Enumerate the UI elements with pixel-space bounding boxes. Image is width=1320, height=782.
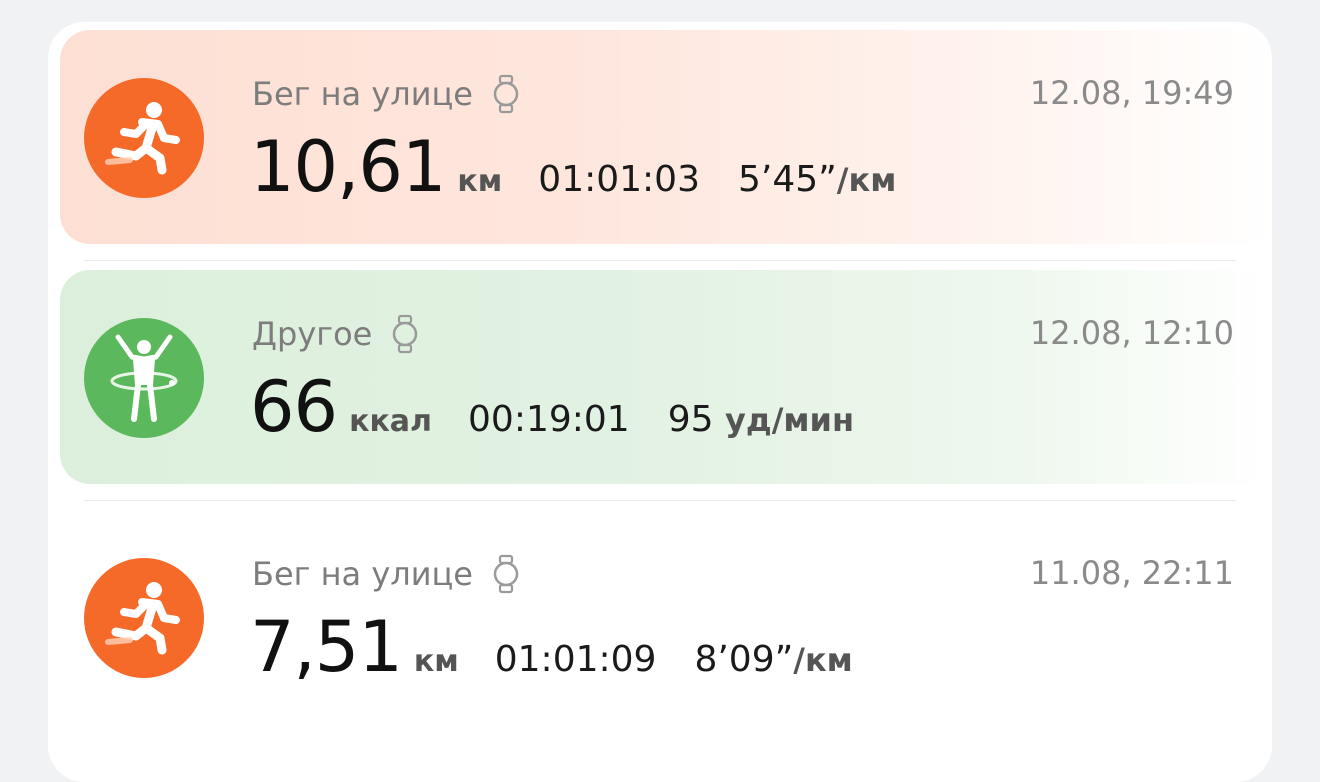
watch-icon (491, 74, 521, 114)
workout-datetime: 12.08, 19:49 (1029, 74, 1234, 112)
workout-item[interactable]: Бег на улице 12.08, 19:49 10,61 км 01:01… (60, 30, 1272, 244)
workout-type-avatar (84, 318, 204, 438)
workout-type-avatar (84, 78, 204, 198)
workout-type-avatar (84, 558, 204, 678)
workout-secondary-unit: /км (793, 641, 853, 679)
workout-type-label: Бег на улице (252, 75, 473, 113)
workout-title: Бег на улице (252, 74, 521, 114)
workout-secondary-value: 5’45” (737, 159, 837, 200)
workout-secondary-value: 95 (667, 399, 725, 440)
workout-secondary: 5’45”/км (738, 159, 896, 200)
workout-stats: 7,51 км 01:01:09 8’09”/км (250, 606, 853, 688)
divider (84, 260, 1236, 261)
workout-duration: 01:01:09 (494, 639, 657, 680)
running-person-icon (105, 582, 180, 655)
workout-datetime: 11.08, 22:11 (1029, 554, 1234, 592)
workout-main-unit: км (457, 164, 503, 199)
workout-main-value: 10,61 (250, 126, 446, 208)
workout-stats: 10,61 км 01:01:03 5’45”/км (250, 126, 896, 208)
workout-secondary-unit: /км (836, 161, 897, 199)
workout-item[interactable]: Другое 12.08, 12:10 66 ккал 00:19:01 95 … (60, 270, 1272, 484)
running-person-icon (105, 102, 180, 175)
workout-title: Бег на улице (252, 554, 521, 594)
workout-datetime: 12.08, 12:10 (1029, 314, 1234, 352)
workout-main-value: 66 (250, 366, 338, 448)
workout-title: Другое (252, 314, 420, 354)
workout-secondary: 8’09”/км (694, 639, 852, 680)
workout-duration: 01:01:03 (538, 159, 700, 200)
workout-type-label: Бег на улице (252, 555, 473, 593)
watch-icon (390, 314, 420, 354)
workout-secondary-value: 8’09” (694, 639, 794, 680)
hula-hoop-person-icon (110, 334, 178, 422)
workout-main-unit: ккал (349, 404, 433, 439)
workout-type-label: Другое (252, 315, 373, 353)
workout-secondary-unit: уд/мин (724, 401, 855, 439)
workout-duration: 00:19:01 (468, 399, 630, 440)
workout-secondary: 95 уд/мин (668, 399, 854, 440)
watch-icon (491, 554, 521, 594)
workout-main-value: 7,51 (250, 606, 403, 688)
divider (84, 500, 1236, 501)
workout-list-card: Бег на улице 12.08, 19:49 10,61 км 01:01… (48, 22, 1272, 782)
workout-item[interactable]: Бег на улице 11.08, 22:11 7,51 км 01:01:… (60, 510, 1272, 724)
workout-stats: 66 ккал 00:19:01 95 уд/мин (250, 366, 854, 448)
workout-main-unit: км (413, 644, 459, 679)
